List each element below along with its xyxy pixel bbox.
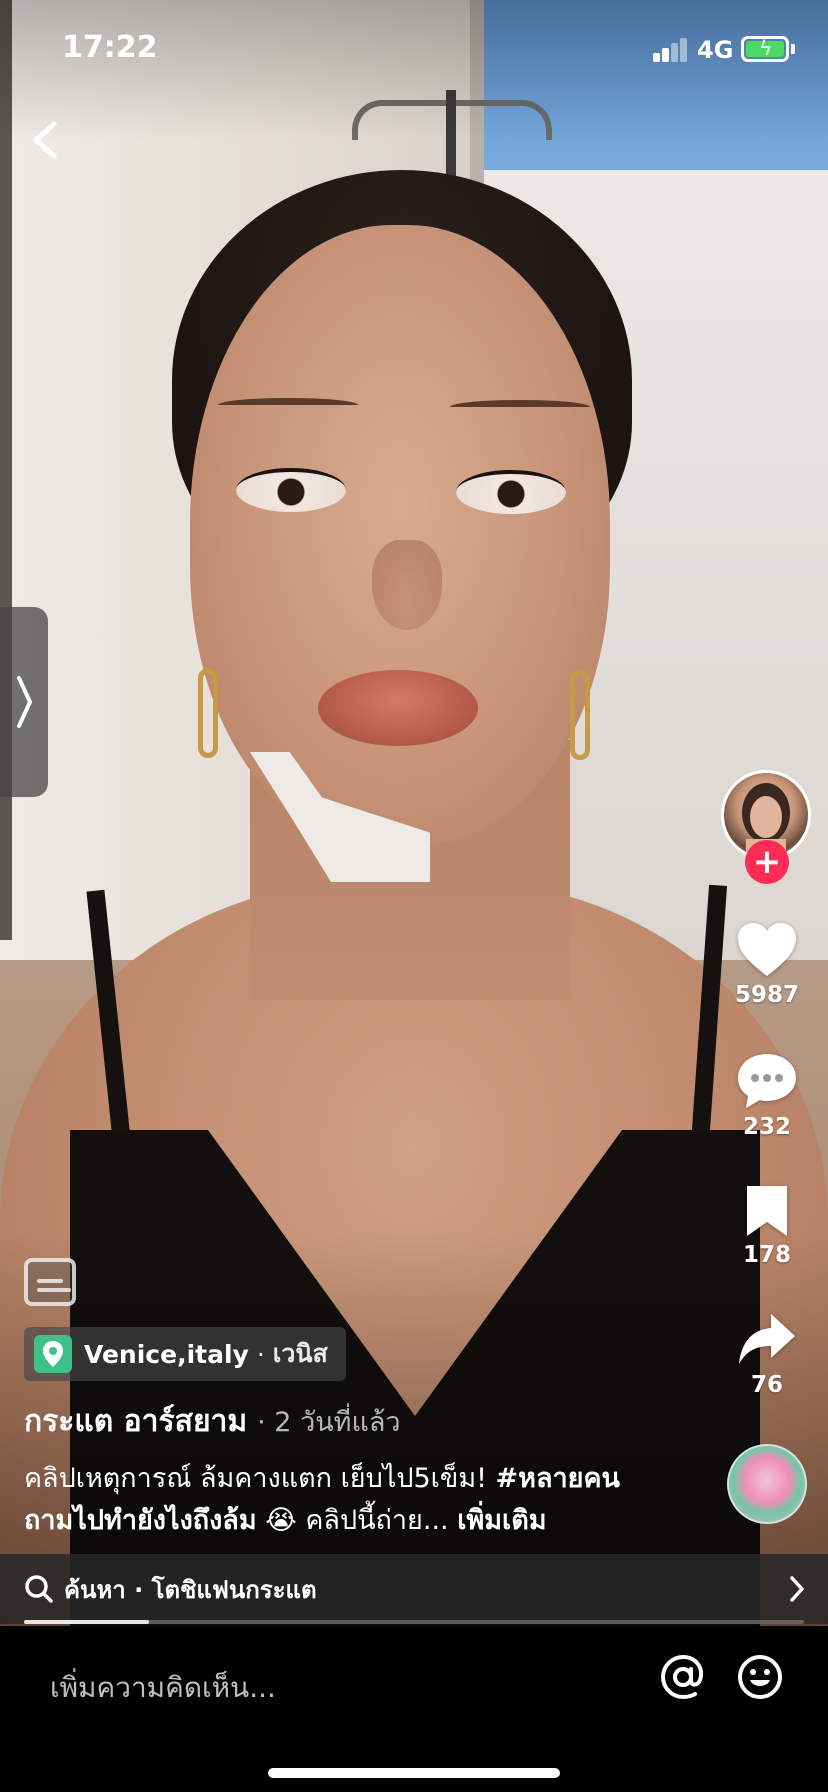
battery-icon: ϟ [741, 36, 789, 62]
author-name[interactable]: กระแต อาร์สยาม [24, 1404, 247, 1439]
nose [372, 540, 442, 630]
chevron-right-icon [17, 676, 32, 728]
heart-icon [738, 923, 796, 976]
chevron-right-icon [790, 1576, 804, 1602]
battery-cap [791, 44, 795, 54]
mention-button[interactable] [660, 1654, 706, 1704]
save-button[interactable]: 178 [722, 1184, 812, 1268]
back-button[interactable] [26, 116, 66, 164]
search-suggestion-bar[interactable]: ค้นหา · โตชิแฟนกระแต [0, 1554, 828, 1624]
captions-button[interactable] [24, 1258, 76, 1306]
location-separator: · [256, 1339, 265, 1369]
top-gradient [0, 0, 828, 140]
eyebrow-right [450, 400, 590, 414]
video-caption[interactable]: คลิปเหตุการณ์ ล้มคางแตก เย็บไป5เข็ม! #หล… [24, 1458, 634, 1542]
video-progress-bar[interactable] [24, 1620, 804, 1624]
save-count: 178 [742, 1242, 791, 1268]
bookmark-icon [747, 1186, 787, 1236]
caption-tail: คลิปนี้ถ่าย... [305, 1505, 458, 1536]
follow-button[interactable]: + [745, 840, 789, 884]
location-name: Venice,italy [84, 1339, 249, 1369]
eye-left [236, 468, 346, 512]
video-progress-fill [24, 1620, 149, 1624]
eye-right [456, 470, 566, 514]
home-indicator[interactable] [268, 1768, 560, 1778]
at-sign-icon [660, 1654, 703, 1700]
charging-bolt-icon: ϟ [759, 36, 773, 60]
share-arrow-icon [739, 1314, 795, 1364]
location-local-name: เวนิส [272, 1339, 328, 1368]
side-panel-handle[interactable] [0, 607, 48, 797]
emoji-button[interactable] [737, 1654, 783, 1704]
comment-bubble-icon [738, 1054, 796, 1108]
network-type: 4G [697, 36, 734, 64]
comment-count: 232 [742, 1114, 791, 1140]
eyebrow-left [218, 398, 358, 412]
door-edge [0, 0, 12, 940]
comment-bar: เพิ่มความคิดเห็น... [0, 1626, 828, 1792]
search-suggestion-text: ค้นหา · โตชิแฟนกระแต [64, 1575, 317, 1604]
location-tag[interactable]: Venice,italy · เวนิส [24, 1327, 346, 1381]
like-button[interactable]: 5987 [722, 922, 812, 1008]
status-time: 17:22 [62, 30, 158, 65]
share-button[interactable]: 76 [722, 1312, 812, 1398]
smiley-icon [738, 1655, 782, 1699]
share-count: 76 [750, 1372, 783, 1398]
caption-text: คลิปเหตุการณ์ ล้มคางแตก เย็บไป5เข็ม! [24, 1463, 496, 1494]
music-disc[interactable] [727, 1444, 807, 1524]
author-line: กระแต อาร์สยาม · 2 วันที่แล้ว [24, 1398, 401, 1445]
lips [318, 670, 478, 746]
video-player[interactable] [0, 0, 828, 1626]
map-pin-icon [34, 1335, 72, 1373]
caption-emoji: 😭 [256, 1505, 306, 1536]
comment-input[interactable]: เพิ่มความคิดเห็น... [50, 1666, 276, 1710]
like-count: 5987 [734, 982, 799, 1008]
search-icon [25, 1575, 53, 1603]
caption-more-link[interactable]: เพิ่มเติม [457, 1505, 546, 1536]
plus-icon: + [752, 842, 782, 882]
comment-button[interactable]: 232 [722, 1052, 812, 1140]
earring-right [570, 670, 590, 760]
cellular-signal-icon [653, 38, 689, 62]
post-time: · 2 วันที่แล้ว [257, 1407, 401, 1438]
chevron-left-icon [33, 121, 57, 159]
earring-left [198, 668, 218, 758]
